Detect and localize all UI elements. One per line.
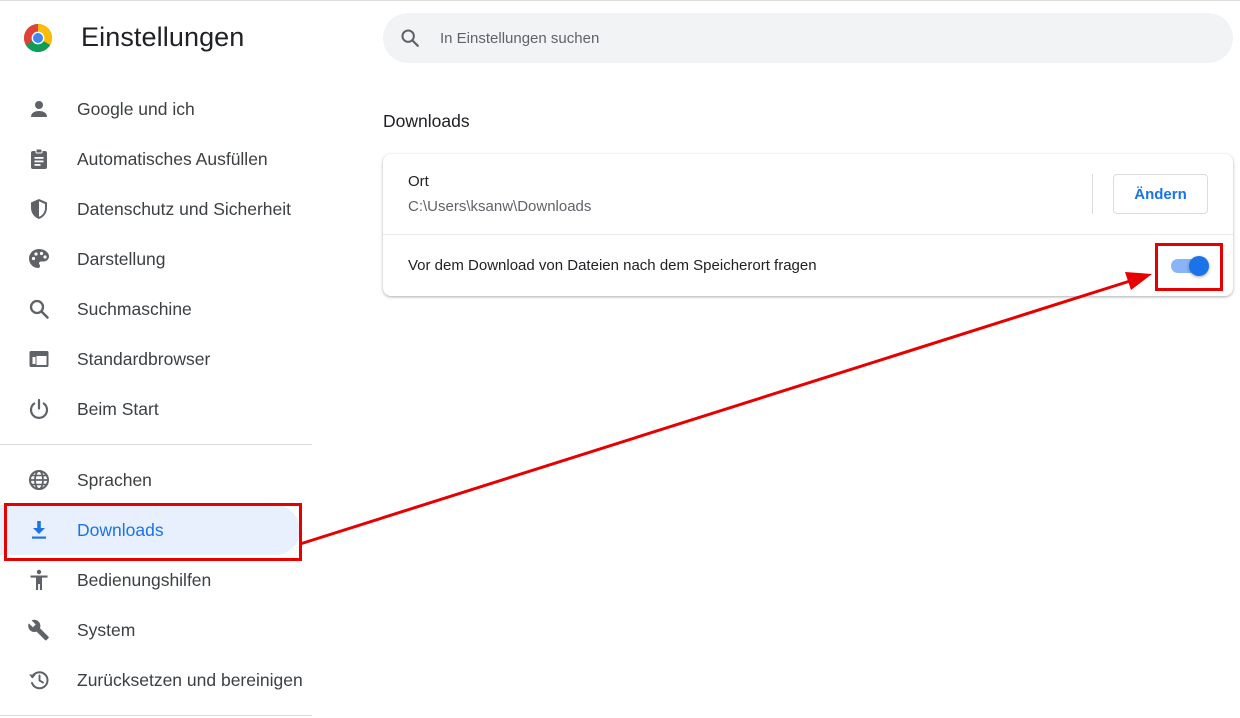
restore-icon (29, 671, 49, 690)
toggle-knob (1189, 256, 1209, 276)
sidebar-item-label: Bedienungshilfen (77, 569, 212, 590)
sidebar-item-label: Beim Start (77, 398, 159, 419)
top-border (0, 0, 1240, 1)
sidebar-item-default-browser[interactable]: Standardbrowser (0, 334, 312, 384)
browser-window-icon (29, 351, 49, 367)
accessibility-icon (30, 569, 48, 590)
search-input[interactable] (440, 13, 1200, 63)
sidebar-item-label: Standardbrowser (77, 348, 211, 369)
location-label: Ort (408, 173, 429, 190)
sidebar-item-google-und-ich[interactable]: Google und ich (0, 84, 312, 134)
page-title: Einstellungen (81, 22, 245, 52)
palette-icon (29, 249, 49, 268)
sidebar-item-search-engine[interactable]: Suchmaschine (0, 284, 312, 334)
sidebar-nav: Google und ich Automatisches Ausfüllen D… (0, 84, 312, 716)
ask-location-row[interactable]: Vor dem Download von Dateien nach dem Sp… (383, 235, 1233, 296)
search-icon (401, 29, 419, 47)
sidebar-item-privacy[interactable]: Datenschutz und Sicherheit (0, 184, 312, 234)
clipboard-icon (31, 148, 47, 169)
sidebar-item-appearance[interactable]: Darstellung (0, 234, 312, 284)
sidebar-item-label: Zurücksetzen und bereinigen (77, 669, 303, 690)
sidebar-divider (0, 444, 312, 445)
sidebar-item-accessibility[interactable]: Bedienungshilfen (0, 555, 312, 605)
sidebar-item-downloads[interactable]: Downloads (0, 505, 300, 555)
location-path: C:\Users\ksanw\Downloads (408, 198, 592, 215)
sidebar-item-system[interactable]: System (0, 605, 312, 655)
vertical-divider (1092, 174, 1093, 214)
sidebar-item-label: Downloads (77, 519, 164, 540)
shield-icon (31, 199, 47, 219)
section-title: Downloads (383, 111, 470, 131)
sidebar-item-label: Suchmaschine (77, 298, 192, 319)
chrome-logo-icon (24, 24, 52, 52)
power-icon (29, 398, 49, 419)
sidebar-item-label: Datenschutz und Sicherheit (77, 198, 292, 219)
ask-location-toggle[interactable] (1169, 256, 1209, 276)
sidebar-item-on-startup[interactable]: Beim Start (0, 384, 312, 434)
sidebar-divider (0, 715, 312, 716)
sidebar-item-label: System (77, 619, 136, 640)
location-row: Ort C:\Users\ksanw\Downloads Ändern (383, 154, 1233, 234)
wrench-icon (28, 619, 49, 641)
sidebar-item-label: Sprachen (77, 469, 152, 490)
sidebar-item-label: Automatisches Ausfüllen (77, 148, 268, 169)
search-icon (29, 299, 49, 319)
person-icon (31, 101, 47, 117)
globe-icon (29, 470, 49, 490)
download-icon (32, 521, 46, 539)
settings-search-box[interactable] (383, 13, 1233, 63)
sidebar-item-reset[interactable]: Zurücksetzen und bereinigen (0, 655, 312, 705)
sidebar-item-label: Darstellung (77, 248, 166, 269)
sidebar-item-label: Google und ich (77, 98, 195, 119)
sidebar-item-languages[interactable]: Sprachen (0, 455, 312, 505)
change-location-button[interactable]: Ändern (1113, 174, 1208, 214)
sidebar-item-autofill[interactable]: Automatisches Ausfüllen (0, 134, 312, 184)
downloads-settings-card: Ort C:\Users\ksanw\Downloads Ändern Vor … (383, 154, 1233, 296)
ask-location-label: Vor dem Download von Dateien nach dem Sp… (408, 257, 817, 274)
